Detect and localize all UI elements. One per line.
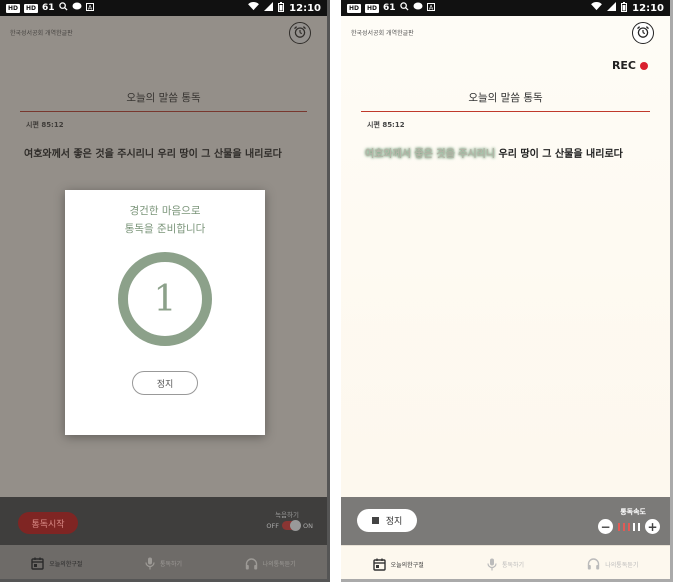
speed-increase-button[interactable]: + bbox=[645, 519, 660, 534]
nav-item-my-recordings[interactable]: 나의통독듣기 bbox=[245, 557, 296, 570]
speed-label: 통독속도 bbox=[620, 508, 646, 516]
status-number: 61 bbox=[42, 3, 55, 13]
control-bar: 정지 통독속도 − + bbox=[341, 497, 670, 545]
speed-level-bar bbox=[618, 522, 620, 531]
verse-text-highlighted: 여호와께서 좋은 것을 주시리니 bbox=[365, 149, 496, 160]
stop-reading-button[interactable]: 정지 bbox=[357, 509, 417, 532]
nav-item-read-aloud[interactable]: 통독하기 bbox=[487, 558, 524, 571]
hd-badge: HD bbox=[365, 3, 380, 13]
verse-text-remaining: 우리 땅이 그 산물을 내리로다 bbox=[495, 149, 623, 160]
verse-reference: 시편 85:12 bbox=[367, 121, 405, 129]
battery-icon bbox=[621, 1, 628, 15]
speed-control: − + bbox=[598, 519, 660, 534]
nav-label: 나의통독듣기 bbox=[262, 561, 296, 568]
dialog-message-line-2: 통독을 준비합니다 bbox=[124, 223, 206, 235]
signal-icon bbox=[607, 2, 617, 14]
alarm-button[interactable] bbox=[632, 22, 654, 44]
chat-icon bbox=[72, 2, 82, 14]
dialog-message-line-1: 경건한 마음으로 bbox=[129, 205, 201, 217]
record-toggle-row: OFF ON bbox=[266, 520, 313, 531]
record-toggle[interactable] bbox=[282, 520, 302, 531]
speed-level-indicator bbox=[618, 522, 640, 531]
nav-label: 나의통독듣기 bbox=[605, 561, 639, 569]
microphone-icon bbox=[487, 558, 497, 571]
phone-screen-countdown: HD HD 61 A 12:10 한국 bbox=[0, 0, 330, 582]
microphone-icon bbox=[145, 557, 155, 570]
calendar-icon bbox=[31, 557, 44, 570]
speed-decrease-button[interactable]: − bbox=[598, 519, 613, 534]
org-name: 한국성서공회 개역한글판 bbox=[351, 30, 414, 37]
nav-label: 오늘의한구절 bbox=[49, 561, 83, 568]
status-bar: HD HD 61 A 12:10 bbox=[0, 0, 327, 16]
search-icon bbox=[399, 2, 409, 14]
app-notification-icon: A bbox=[426, 2, 435, 14]
clock-time: 12:10 bbox=[632, 2, 664, 14]
reading-page: 한국성서공회 개역한글판 오늘의 말씀 통독 시편 85:12 여호와께서 좋은… bbox=[0, 16, 327, 579]
toggle-on-label: ON bbox=[303, 521, 313, 530]
record-label: 녹음하기 bbox=[275, 511, 299, 519]
reading-page: 한국성서공회 개역한글판 REC 오늘의 말씀 통독 시편 85:12 여호와께… bbox=[341, 16, 670, 579]
headphones-icon bbox=[587, 558, 600, 570]
countdown-dialog: 경건한 마음으로 통독을 준비합니다 1 정지 bbox=[65, 190, 265, 435]
hd-badge: HD bbox=[24, 3, 39, 13]
hd-badge: HD bbox=[6, 3, 21, 13]
stop-icon bbox=[371, 517, 379, 524]
headphones-icon bbox=[245, 557, 258, 570]
alarm-clock-icon bbox=[636, 24, 650, 43]
speed-level-bar bbox=[628, 522, 630, 531]
start-reading-button[interactable]: 통독시작 bbox=[18, 512, 78, 534]
nav-item-today-verse[interactable]: 오늘의한구절 bbox=[372, 558, 424, 571]
nav-item-today-verse[interactable]: 오늘의한구절 bbox=[31, 557, 82, 570]
app-notification-icon: A bbox=[85, 2, 94, 14]
nav-item-read-aloud[interactable]: 통독하기 bbox=[145, 557, 182, 570]
search-icon bbox=[58, 2, 68, 14]
nav-item-my-recordings[interactable]: 나의통독듣기 bbox=[587, 558, 638, 570]
toggle-knob bbox=[290, 520, 302, 531]
toggle-off-label: OFF bbox=[266, 521, 280, 530]
phone-screen-reading: HD HD 61 A 12:10 한국성서공회 개역한글판 REC 오늘의 말씀… bbox=[341, 0, 673, 582]
bottom-nav: 오늘의한구절 통독하기 나의통독듣기 bbox=[341, 545, 670, 579]
nav-label: 통독하기 bbox=[159, 561, 183, 568]
nav-label: 오늘의한구절 bbox=[390, 561, 424, 569]
status-bar: HD HD 61 A 12:10 bbox=[341, 0, 670, 16]
rec-dot-icon bbox=[640, 61, 648, 70]
speed-level-bar bbox=[638, 522, 640, 531]
wifi-icon bbox=[591, 2, 603, 14]
rec-label: REC bbox=[611, 59, 636, 72]
speed-level-bar bbox=[623, 522, 625, 531]
signal-icon bbox=[264, 2, 274, 14]
clock-time: 12:10 bbox=[289, 2, 321, 14]
nav-label: 통독하기 bbox=[501, 561, 525, 569]
speed-level-bar bbox=[633, 522, 635, 531]
battery-icon bbox=[278, 1, 285, 15]
control-bar: 통독시작 녹음하기 OFF ON bbox=[0, 497, 327, 545]
countdown-number: 1 bbox=[153, 278, 177, 320]
page-title: 오늘의 말씀 통독 bbox=[361, 90, 650, 112]
recording-indicator: REC bbox=[612, 59, 648, 72]
chat-icon bbox=[413, 2, 423, 14]
countdown-ring: 1 bbox=[118, 252, 212, 346]
status-number: 61 bbox=[383, 3, 396, 13]
stop-label: 정지 bbox=[385, 517, 403, 527]
wifi-icon bbox=[248, 2, 260, 14]
dialog-message: 경건한 마음으로 통독을 준비합니다 bbox=[65, 202, 265, 238]
calendar-icon bbox=[372, 558, 386, 571]
dialog-stop-button[interactable]: 정지 bbox=[132, 371, 198, 395]
verse-text: 여호와께서 좋은 것을 주시리니 우리 땅이 그 산물을 내리로다 bbox=[365, 144, 646, 166]
bottom-nav: 오늘의한구절 통독하기 나의통독듣기 bbox=[0, 545, 327, 579]
hd-badge: HD bbox=[347, 3, 362, 13]
